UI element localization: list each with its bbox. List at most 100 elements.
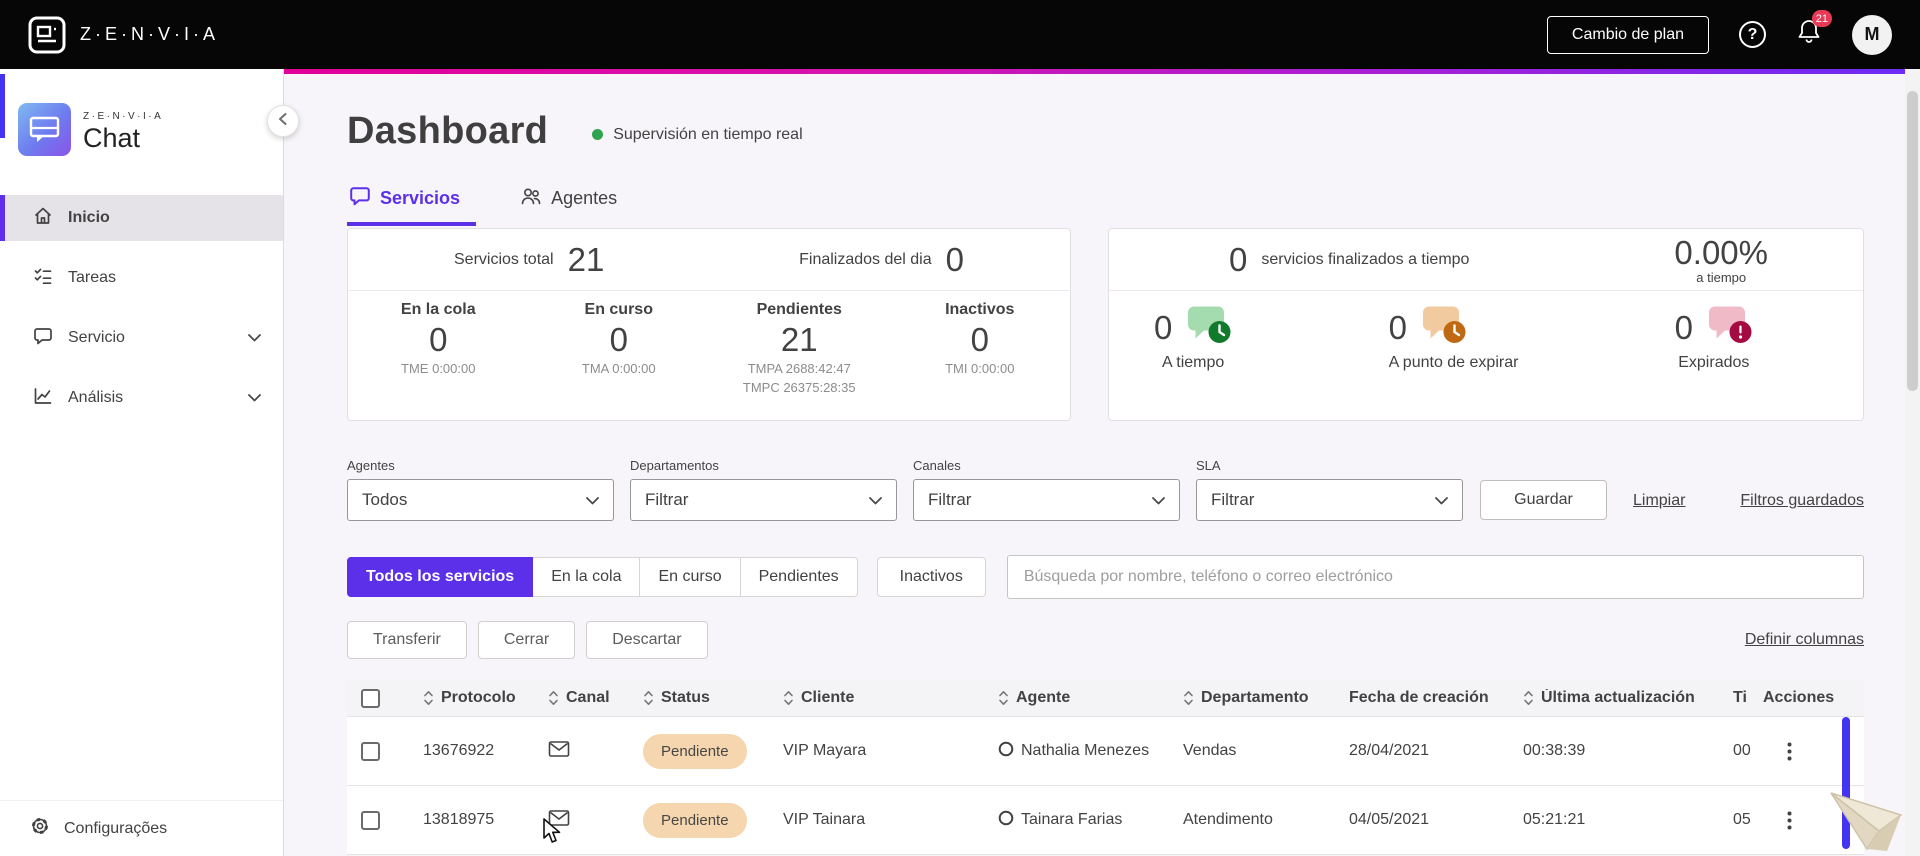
- stat-en-la-cola: En la cola 0 TME 0:00:00: [400, 301, 476, 376]
- filter-departamentos: Departamentos Filtrar: [630, 458, 897, 521]
- service-tab-pendientes[interactable]: Pendientes: [740, 557, 858, 597]
- services-table: Protocolo Canal Status Cliente Agente De…: [347, 680, 1864, 855]
- row-checkbox[interactable]: [361, 741, 380, 761]
- page-scrollbar[interactable]: [1905, 69, 1920, 856]
- zenvia-chat-logo: Z·E·N·V·I·A Chat: [17, 102, 283, 162]
- zenvia-chat-dashboard: Z·E·N·V·I·A Cambio de plan ? 21 M Z·E·N·…: [0, 0, 1920, 856]
- protocol-cell: 13676922: [423, 742, 495, 759]
- updated-cell: 05:21:21: [1523, 811, 1586, 828]
- sort-icon[interactable]: [1523, 690, 1534, 706]
- sidebar-item-analisis[interactable]: Análisis: [0, 375, 283, 421]
- chevron-down-icon: [1435, 490, 1448, 510]
- column-header: Departamento: [1201, 689, 1309, 706]
- agent-circle-icon: [998, 741, 1014, 762]
- departamentos-select[interactable]: Filtrar: [630, 479, 897, 521]
- sidebar-item-inicio[interactable]: Inicio: [0, 195, 283, 241]
- service-tab-en-la-cola[interactable]: En la cola: [533, 557, 641, 597]
- tab-servicios[interactable]: Servicios: [347, 183, 477, 226]
- change-plan-button[interactable]: Cambio de plan: [1546, 15, 1709, 54]
- table-row[interactable]: 13676922 Pendiente VIP Mayara Nathalia M…: [347, 717, 1864, 786]
- sidebar-nav: Inicio Tareas Servicio Análisis: [0, 195, 283, 421]
- logo-brand-text: Z·E·N·V·I·A: [83, 110, 164, 122]
- service-tab-todos[interactable]: Todos los servicios: [347, 557, 534, 597]
- chevron-down-icon: [1152, 490, 1165, 510]
- avatar[interactable]: M: [1852, 14, 1892, 55]
- sidebar-item-tareas[interactable]: Tareas: [0, 255, 283, 301]
- chevron-left-icon: [277, 112, 289, 131]
- column-header: Fecha de creación: [1349, 689, 1489, 706]
- tab-agentes[interactable]: Agentes: [518, 183, 633, 226]
- envelope-icon: [548, 740, 570, 763]
- select-all-checkbox[interactable]: [361, 688, 380, 708]
- sort-icon[interactable]: [783, 690, 794, 706]
- service-tab-en-curso[interactable]: En curso: [640, 557, 741, 597]
- agentes-select[interactable]: Todos: [347, 479, 614, 521]
- home-icon: [33, 206, 53, 231]
- sla-summary-card: 0 servicios finalizados a tiempo 0.00% a…: [1108, 228, 1864, 421]
- sort-icon[interactable]: [1183, 690, 1194, 706]
- table-row[interactable]: 13818975 Pendiente VIP Tainara Tainara F…: [347, 786, 1864, 855]
- sla-percent: 0.00% a tiempo: [1674, 234, 1768, 285]
- canales-select[interactable]: Filtrar: [913, 479, 1180, 521]
- help-button[interactable]: ?: [1739, 21, 1766, 48]
- row-checkbox[interactable]: [361, 810, 380, 830]
- page-scrollbar-thumb[interactable]: [1907, 91, 1918, 391]
- collapse-sidebar-button[interactable]: [267, 105, 299, 137]
- close-button[interactable]: Cerrar: [477, 621, 576, 659]
- time-cell: 00: [1733, 742, 1751, 759]
- chevron-down-icon: [869, 490, 882, 510]
- column-header: Acciones: [1763, 689, 1835, 706]
- zenvia-logo-icon: [28, 16, 66, 54]
- status-text: Supervisión en tiempo real: [613, 125, 803, 143]
- notification-badge: 21: [1811, 10, 1832, 27]
- sidebar-item-servicio[interactable]: Servicio: [0, 315, 283, 361]
- client-cell: VIP Tainara: [783, 811, 866, 828]
- table-header: Protocolo Canal Status Cliente Agente De…: [347, 680, 1864, 717]
- sort-icon[interactable]: [423, 690, 434, 706]
- filter-label: Agentes: [347, 458, 395, 473]
- updated-cell: 00:38:39: [1523, 742, 1586, 759]
- sort-icon[interactable]: [548, 690, 559, 706]
- kebab-menu-icon[interactable]: [1781, 736, 1798, 767]
- sidebar-footer-label: Configurações: [64, 819, 168, 837]
- created-cell: 04/05/2021: [1349, 811, 1430, 828]
- main-content: Dashboard Supervisión en tiempo real Ser…: [285, 74, 1920, 856]
- service-tab-inactivos[interactable]: Inactivos: [876, 557, 986, 597]
- chat-alarm-orange-icon: [1421, 305, 1467, 350]
- gear-icon: [30, 816, 50, 841]
- sla-about-to-expire: 0 A punto de expirar: [1389, 305, 1518, 372]
- tab-label: Servicios: [380, 188, 461, 208]
- sidebar-item-label: Inicio: [68, 209, 110, 226]
- services-summary-card: Servicios total 21 Finalizados del dia 0…: [347, 228, 1071, 421]
- status-badge: Pendiente: [643, 733, 747, 769]
- sort-icon[interactable]: [643, 690, 654, 706]
- sidebar-item-label: Servicio: [68, 329, 125, 346]
- status-badge: Pendiente: [643, 802, 747, 838]
- sla-finished-label: servicios finalizados a tiempo: [1261, 250, 1470, 268]
- chat-widget-button[interactable]: [1821, 785, 1905, 856]
- tab-label: Agentes: [551, 188, 618, 208]
- column-header: Canal: [566, 689, 610, 706]
- brand-gradient-strip: [284, 69, 1920, 74]
- kebab-menu-icon[interactable]: [1781, 805, 1798, 836]
- saved-filters-link[interactable]: Filtros guardados: [1740, 492, 1864, 510]
- transfer-button[interactable]: Transferir: [347, 621, 467, 659]
- sort-icon[interactable]: [998, 690, 1009, 706]
- column-header: Ti: [1733, 689, 1747, 706]
- stat-en-curso: En curso 0 TMA 0:00:00: [581, 301, 656, 376]
- notifications-button[interactable]: 21: [1796, 10, 1832, 51]
- zenvia-chat-logo-icon: [17, 102, 72, 162]
- chat-alert-red-icon: [1707, 305, 1753, 350]
- sla-select[interactable]: Filtrar: [1196, 479, 1463, 521]
- sidebar-item-configuracoes[interactable]: Configurações: [0, 800, 283, 856]
- search-input[interactable]: [1006, 555, 1864, 599]
- clear-filters-link[interactable]: Limpiar: [1633, 492, 1685, 510]
- stat-inactivos: Inactivos 0 TMI 0:00:00: [945, 301, 1015, 376]
- sidebar-item-label: Análisis: [68, 389, 124, 406]
- speech-bubble-icon: [349, 185, 371, 212]
- filter-canales: Canales Filtrar: [913, 458, 1180, 521]
- logo-product-text: Chat: [83, 122, 141, 153]
- discard-button[interactable]: Descartar: [586, 621, 708, 659]
- save-filters-button[interactable]: Guardar: [1480, 480, 1607, 520]
- define-columns-link[interactable]: Definir columnas: [1745, 631, 1864, 649]
